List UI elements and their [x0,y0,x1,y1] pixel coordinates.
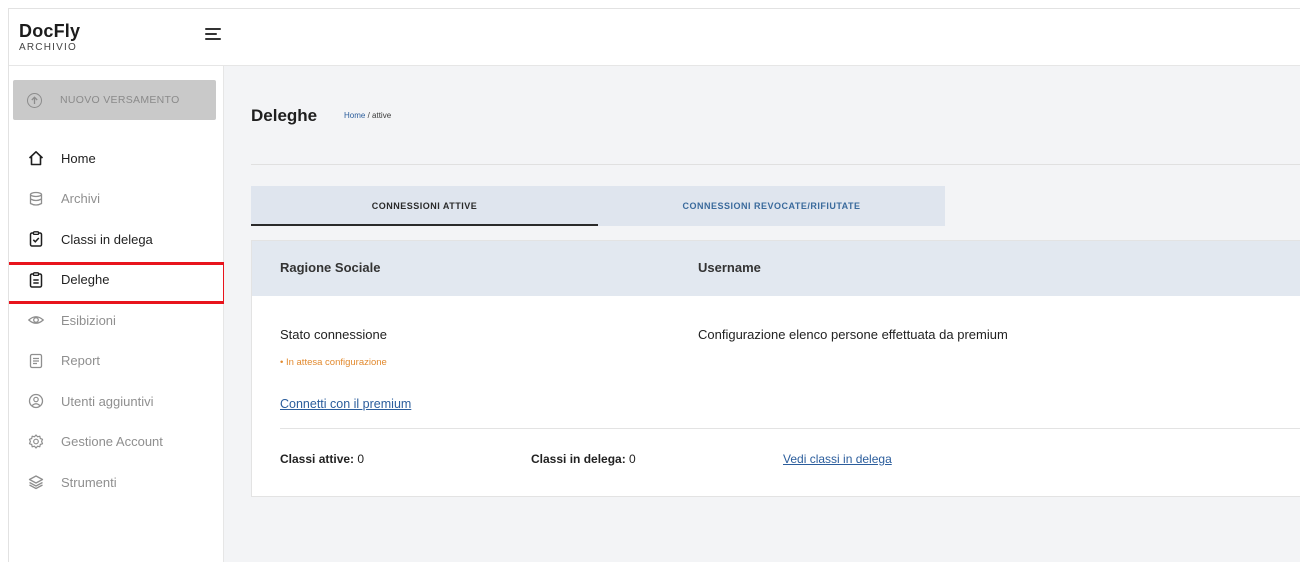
sidebar-item-gestione-account[interactable]: Gestione Account [9,422,224,463]
classi-in-delega-value: 0 [625,452,636,466]
main-content: Deleghe Home / attive CONNESSIONI ATTIVE… [224,66,1300,562]
sidebar-item-label: Utenti aggiuntivi [61,393,154,409]
card-divider [280,428,1300,429]
sidebar-nav: Home Archivi Classi in delega Deleghe Es… [9,138,226,503]
classi-in-delega-stat: Classi in delega: 0 [531,452,636,466]
sidebar-item-label: Gestione Account [61,434,163,450]
connection-card: Ragione Sociale Username Stato connessio… [251,240,1300,497]
hamburger-menu-icon[interactable] [205,27,223,41]
new-versamento-label: NUOVO VERSAMENTO [60,94,180,106]
breadcrumb-current: attive [372,111,392,120]
sidebar-item-label: Deleghe [61,272,110,288]
sidebar-item-archivi[interactable]: Archivi [9,179,224,220]
database-icon [27,190,45,208]
header-divider [251,164,1300,165]
home-icon [27,149,45,167]
configurazione-label: Configurazione elenco persone effettuata… [698,327,1008,342]
classi-in-delega-label: Classi in delega: [531,452,626,466]
classi-attive-stat: Classi attive: 0 [280,452,364,466]
column-header-ragione-sociale: Ragione Sociale [280,260,381,275]
arrow-up-circle-icon [27,92,42,108]
brand-name: DocFly [19,21,81,41]
sidebar-item-strumenti[interactable]: Strumenti [9,462,224,503]
tab-connessioni-revocate[interactable]: CONNESSIONI REVOCATE/RIFIUTATE [598,186,945,226]
sidebar-item-utenti-aggiuntivi[interactable]: Utenti aggiuntivi [9,381,224,422]
sidebar-item-label: Classi in delega [61,231,153,247]
vedi-classi-link[interactable]: Vedi classi in delega [783,452,892,466]
sidebar-item-esibizioni[interactable]: Esibizioni [9,300,224,341]
brand-subtitle: ARCHIVIO [19,42,77,53]
layers-icon [27,473,45,491]
classi-attive-label: Classi attive: [280,452,355,466]
sidebar-item-label: Report [61,353,101,369]
sidebar-item-label: Strumenti [61,474,117,490]
classi-attive-value: 0 [354,452,365,466]
breadcrumb-home-link[interactable]: Home [344,111,365,120]
sidebar-item-deleghe[interactable]: Deleghe [9,260,226,303]
tab-bar: CONNESSIONI ATTIVE CONNESSIONI REVOCATE/… [251,186,945,226]
tab-connessioni-attive[interactable]: CONNESSIONI ATTIVE [251,186,598,226]
clipboard-list-icon [27,271,45,289]
gear-icon [27,433,45,451]
status-badge: • In attesa configurazione [280,357,387,368]
sidebar-item-label: Archivi [61,191,101,207]
new-versamento-button[interactable]: NUOVO VERSAMENTO [13,80,216,120]
card-header: Ragione Sociale Username [252,241,1300,296]
top-bar: DocFly ARCHIVIO [9,9,1300,66]
sidebar-item-home[interactable]: Home [9,138,224,179]
sidebar-item-label: Esibizioni [61,312,116,328]
brand-logo[interactable]: DocFly ARCHIVIO [19,21,80,54]
connect-premium-link[interactable]: Connetti con il premium [280,397,411,411]
app-window: DocFly ARCHIVIO NUOVO VERSAMENTO Home Ar… [8,8,1300,562]
sidebar: NUOVO VERSAMENTO Home Archivi Classi in … [9,66,226,562]
report-icon [27,352,45,370]
page-title: Deleghe [251,106,318,125]
sidebar-item-classi-in-delega[interactable]: Classi in delega [9,219,224,260]
breadcrumb-separator: / [365,111,373,120]
sidebar-item-label: Home [61,150,96,166]
column-header-username: Username [698,260,761,275]
breadcrumb: Home / attive [344,111,391,120]
stato-connessione-label: Stato connessione [280,327,387,342]
sidebar-item-report[interactable]: Report [9,341,224,382]
user-circle-icon [27,392,45,410]
eye-icon [27,311,45,329]
clipboard-check-icon [27,230,45,248]
